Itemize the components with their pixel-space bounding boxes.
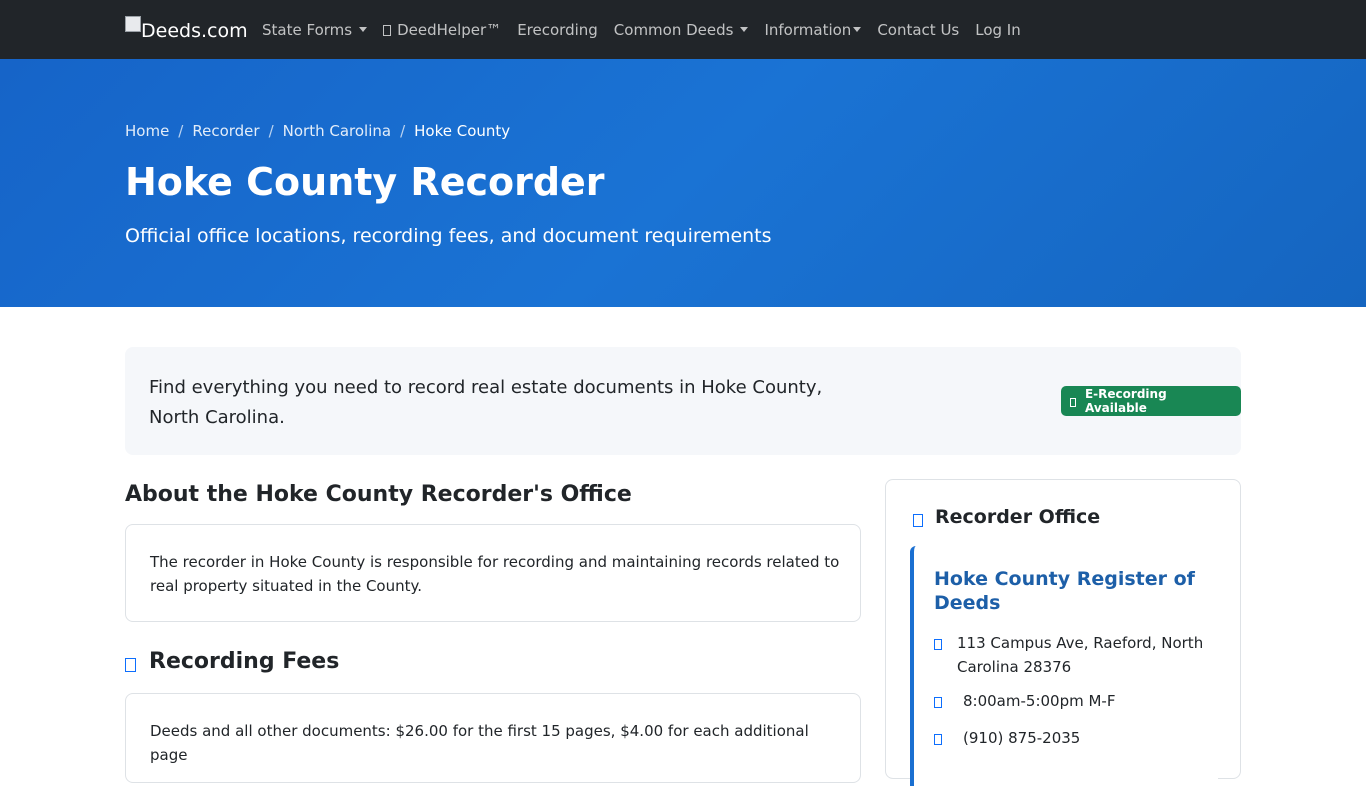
nav-common-deeds-label: Common Deeds xyxy=(613,20,734,39)
office-phone-row[interactable]: (910) 875-2035 xyxy=(934,726,1080,750)
office-phone[interactable]: (910) 875-2035 xyxy=(963,726,1080,750)
fees-card: Deeds and all other documents: $26.00 fo… xyxy=(125,693,861,783)
office-address-row: 113 Campus Ave, Raeford, North Carolina … xyxy=(934,631,1204,679)
intro-callout: Find everything you need to record real … xyxy=(125,347,1241,455)
page-title: Hoke County Recorder xyxy=(125,160,605,204)
erecording-badge: E-Recording Available xyxy=(1061,386,1241,416)
office-hours-row: 8:00am-5:00pm M-F xyxy=(934,689,1115,713)
phone-icon xyxy=(934,734,942,745)
breadcrumb-separator: / xyxy=(268,122,274,140)
office-name: Hoke County Register of Deeds xyxy=(934,568,1195,614)
fees-icon xyxy=(125,657,136,672)
caret-down-icon xyxy=(740,27,749,32)
breadcrumb-current: Hoke County xyxy=(414,122,511,140)
about-text: The recorder in Hoke County is responsib… xyxy=(150,553,840,595)
breadcrumb-recorder[interactable]: Recorder xyxy=(192,122,259,140)
breadcrumb-north-carolina[interactable]: North Carolina xyxy=(283,122,391,140)
about-section-title: About the Hoke County Recorder's Office xyxy=(125,482,632,507)
nav-state-forms[interactable]: State Forms xyxy=(254,21,375,39)
hero-banner: Home / Recorder / North Carolina / Hoke … xyxy=(0,59,1366,307)
nav-erecording-label: Erecording xyxy=(517,20,598,39)
breadcrumb-separator: / xyxy=(400,122,406,140)
nav-deedhelper[interactable]: DeedHelper™ xyxy=(375,21,509,39)
nav-log-in-label: Log In xyxy=(975,20,1021,39)
logo-image-icon xyxy=(125,16,141,32)
office-block: Hoke County Register of Deeds 113 Campus… xyxy=(910,546,1218,786)
clock-icon xyxy=(934,697,942,708)
erecording-badge-label: E-Recording Available xyxy=(1084,387,1167,415)
nav-log-in[interactable]: Log In xyxy=(967,21,1029,39)
nav-information-label: Information xyxy=(764,20,852,39)
breadcrumb: Home / Recorder / North Carolina / Hoke … xyxy=(125,122,510,140)
nav-common-deeds[interactable]: Common Deeds xyxy=(606,21,757,39)
recorder-office-card: Recorder Office Hoke County Register of … xyxy=(885,479,1241,786)
caret-down-icon xyxy=(359,27,368,32)
top-navbar: Deeds.com State Forms DeedHelper™ Erecor… xyxy=(0,0,1366,59)
brand-text: Deeds.com xyxy=(141,20,248,42)
about-card: The recorder in Hoke County is responsib… xyxy=(125,524,861,622)
check-icon xyxy=(1070,397,1076,407)
intro-text: Find everything you need to record real … xyxy=(149,377,823,428)
nav-deedhelper-label: DeedHelper™ xyxy=(397,20,502,39)
breadcrumb-separator: / xyxy=(178,122,184,140)
nav-erecording[interactable]: Erecording xyxy=(509,21,606,39)
nav-state-forms-label: State Forms xyxy=(262,20,353,39)
nav-information[interactable]: Information xyxy=(756,21,869,39)
recorder-office-header-text: Recorder Office xyxy=(935,506,1101,528)
nav-contact-us-label: Contact Us xyxy=(877,20,960,39)
building-icon xyxy=(913,513,923,527)
nav-links: State Forms DeedHelper™ Erecording Commo… xyxy=(254,0,1029,59)
brand-logo-link[interactable]: Deeds.com xyxy=(125,16,248,42)
nav-contact-us[interactable]: Contact Us xyxy=(869,21,967,39)
page-subtitle: Official office locations, recording fee… xyxy=(125,225,772,247)
fees-title-text: Recording Fees xyxy=(149,649,340,674)
office-address: 113 Campus Ave, Raeford, North Carolina … xyxy=(957,634,1204,676)
office-hours: 8:00am-5:00pm M-F xyxy=(963,692,1116,710)
map-marker-icon xyxy=(934,639,942,650)
breadcrumb-home[interactable]: Home xyxy=(125,122,169,140)
caret-down-icon xyxy=(853,27,862,32)
fees-text: Deeds and all other documents: $26.00 fo… xyxy=(150,722,809,764)
deedhelper-icon xyxy=(383,25,392,36)
fees-section-title: Recording Fees xyxy=(125,649,339,674)
recorder-office-header: Recorder Office xyxy=(913,506,1100,528)
